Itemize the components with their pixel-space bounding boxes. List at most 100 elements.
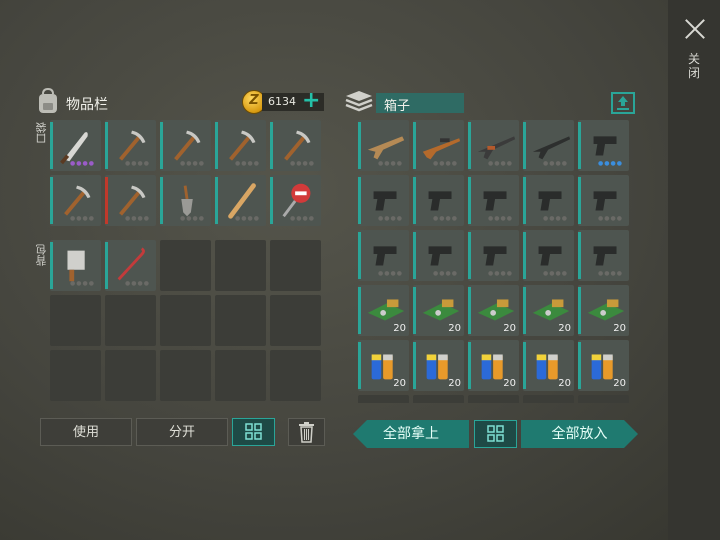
box-slot[interactable]: ●●●● — [413, 175, 464, 226]
pocket-slot[interactable]: ●●●● — [215, 120, 266, 171]
box-slot[interactable]: ●●●● — [358, 120, 409, 171]
pocket-slot[interactable]: ●●●● — [270, 175, 321, 226]
box-slot[interactable] — [523, 395, 574, 403]
pocket-slot[interactable]: ●●●● — [160, 175, 211, 226]
backpack-slot[interactable] — [160, 350, 211, 401]
backpack-slot[interactable] — [160, 240, 211, 291]
box-slot[interactable]: ●●●● — [468, 175, 519, 226]
box-slot[interactable]: 20 — [413, 285, 464, 336]
durability-bar — [160, 122, 163, 169]
box-stack-icon — [345, 91, 373, 112]
box-slot[interactable]: ●●●● — [358, 230, 409, 281]
pocket-slot[interactable]: ●●●● — [160, 120, 211, 171]
backpack-slot[interactable]: ●●●● — [105, 240, 156, 291]
backpack-slot[interactable]: ●●●● — [50, 240, 101, 291]
backpack-label: 背包 — [35, 244, 48, 266]
box-slot[interactable]: ●●●● — [413, 120, 464, 171]
backpack-slot[interactable] — [160, 295, 211, 346]
box-slot[interactable]: 20 — [358, 340, 409, 391]
quality-dots: ●●●● — [433, 160, 458, 167]
box-slot[interactable] — [468, 395, 519, 403]
item-count: 20 — [613, 323, 626, 334]
coin-value: 6134 — [268, 95, 296, 108]
durability-bar — [270, 177, 273, 224]
quality-dots: ●●●● — [180, 160, 205, 167]
box-slot[interactable] — [358, 395, 409, 403]
backpack-slot[interactable] — [50, 350, 101, 401]
pocket-slot[interactable]: ●●●● — [50, 175, 101, 226]
backpack-slot[interactable] — [215, 350, 266, 401]
box-slot[interactable]: 20 — [578, 285, 629, 336]
durability-bar — [160, 177, 163, 224]
pocket-slot[interactable]: ●●●● — [105, 175, 156, 226]
pocket-slot[interactable]: ●●●● — [50, 120, 101, 171]
close-icon[interactable] — [684, 18, 706, 40]
box-slot[interactable]: 20 — [468, 340, 519, 391]
pocket-slot[interactable]: ●●●● — [270, 120, 321, 171]
box-slot[interactable]: ●●●● — [468, 230, 519, 281]
backpack-slot[interactable] — [105, 350, 156, 401]
quality-dots: ●●●● — [433, 270, 458, 277]
box-slot[interactable]: ●●●● — [468, 120, 519, 171]
durability-bar — [468, 122, 471, 169]
pocket-slot[interactable]: ●●●● — [105, 120, 156, 171]
quality-dots: ●●●● — [290, 160, 315, 167]
quality-dots: ●●●● — [598, 215, 623, 222]
durability-bar — [468, 177, 471, 224]
box-slot[interactable] — [578, 395, 629, 403]
backpack-slot[interactable] — [270, 350, 321, 401]
durability-bar — [468, 232, 471, 279]
trash-button[interactable] — [288, 418, 325, 446]
quality-dots: ●●●● — [125, 215, 150, 222]
sort-grid-button[interactable] — [232, 418, 275, 446]
box-slot[interactable]: 20 — [523, 285, 574, 336]
backpack-slot[interactable] — [215, 295, 266, 346]
durability-bar — [523, 122, 526, 169]
durability-bar — [215, 177, 218, 224]
add-coins-button[interactable]: + — [302, 88, 320, 114]
quality-dots: ●●●● — [488, 160, 513, 167]
durability-bar — [358, 122, 361, 169]
split-button[interactable]: 分开 — [136, 418, 228, 446]
box-slot[interactable]: ●●●● — [413, 230, 464, 281]
backpack-slot[interactable] — [270, 240, 321, 291]
pocket-slot[interactable]: ●●●● — [215, 175, 266, 226]
quality-dots: ●●●● — [235, 215, 260, 222]
quality-dots: ●●●● — [543, 270, 568, 277]
item-count: 20 — [448, 323, 461, 334]
box-slot[interactable]: ●●●● — [523, 120, 574, 171]
box-name-field[interactable]: 箱子 — [376, 93, 464, 114]
take-all-button[interactable]: 全部拿上 — [353, 420, 469, 448]
box-slot[interactable]: ●●●● — [578, 120, 629, 171]
close-label[interactable]: 关闭 — [688, 52, 702, 80]
export-icon[interactable] — [611, 92, 635, 114]
backpack-slot[interactable] — [215, 240, 266, 291]
use-button[interactable]: 使用 — [40, 418, 132, 446]
durability-bar — [358, 177, 361, 224]
box-slot[interactable]: ●●●● — [578, 230, 629, 281]
quality-dots: ●●●● — [488, 215, 513, 222]
box-slot[interactable]: ●●●● — [523, 175, 574, 226]
durability-bar — [413, 287, 416, 334]
durability-bar — [578, 232, 581, 279]
box-slot[interactable]: ●●●● — [578, 175, 629, 226]
box-slot[interactable]: ●●●● — [523, 230, 574, 281]
box-slot[interactable]: 20 — [523, 340, 574, 391]
box-scroll-area[interactable]: ●●●● ●●●● ●●●● ●●●● ●●●● ●●●● ●●●● ●●●● ●●●● ●●●●… — [358, 120, 636, 403]
box-slot[interactable] — [413, 395, 464, 403]
durability-bar — [468, 287, 471, 334]
backpack-slot[interactable] — [270, 295, 321, 346]
backpack-slot[interactable] — [50, 295, 101, 346]
backpack-slot[interactable] — [105, 295, 156, 346]
box-slot[interactable]: 20 — [413, 340, 464, 391]
durability-bar — [523, 287, 526, 334]
box-slot[interactable]: 20 — [468, 285, 519, 336]
box-sort-grid-button[interactable] — [474, 420, 517, 448]
box-slot[interactable]: ●●●● — [358, 175, 409, 226]
put-all-button[interactable]: 全部放入 — [521, 420, 638, 448]
durability-bar — [215, 122, 218, 169]
box-slot[interactable]: 20 — [578, 340, 629, 391]
grid-icon — [245, 423, 262, 440]
box-slot[interactable]: 20 — [358, 285, 409, 336]
backpack-grid: ●●●● ●●●● — [50, 240, 321, 401]
